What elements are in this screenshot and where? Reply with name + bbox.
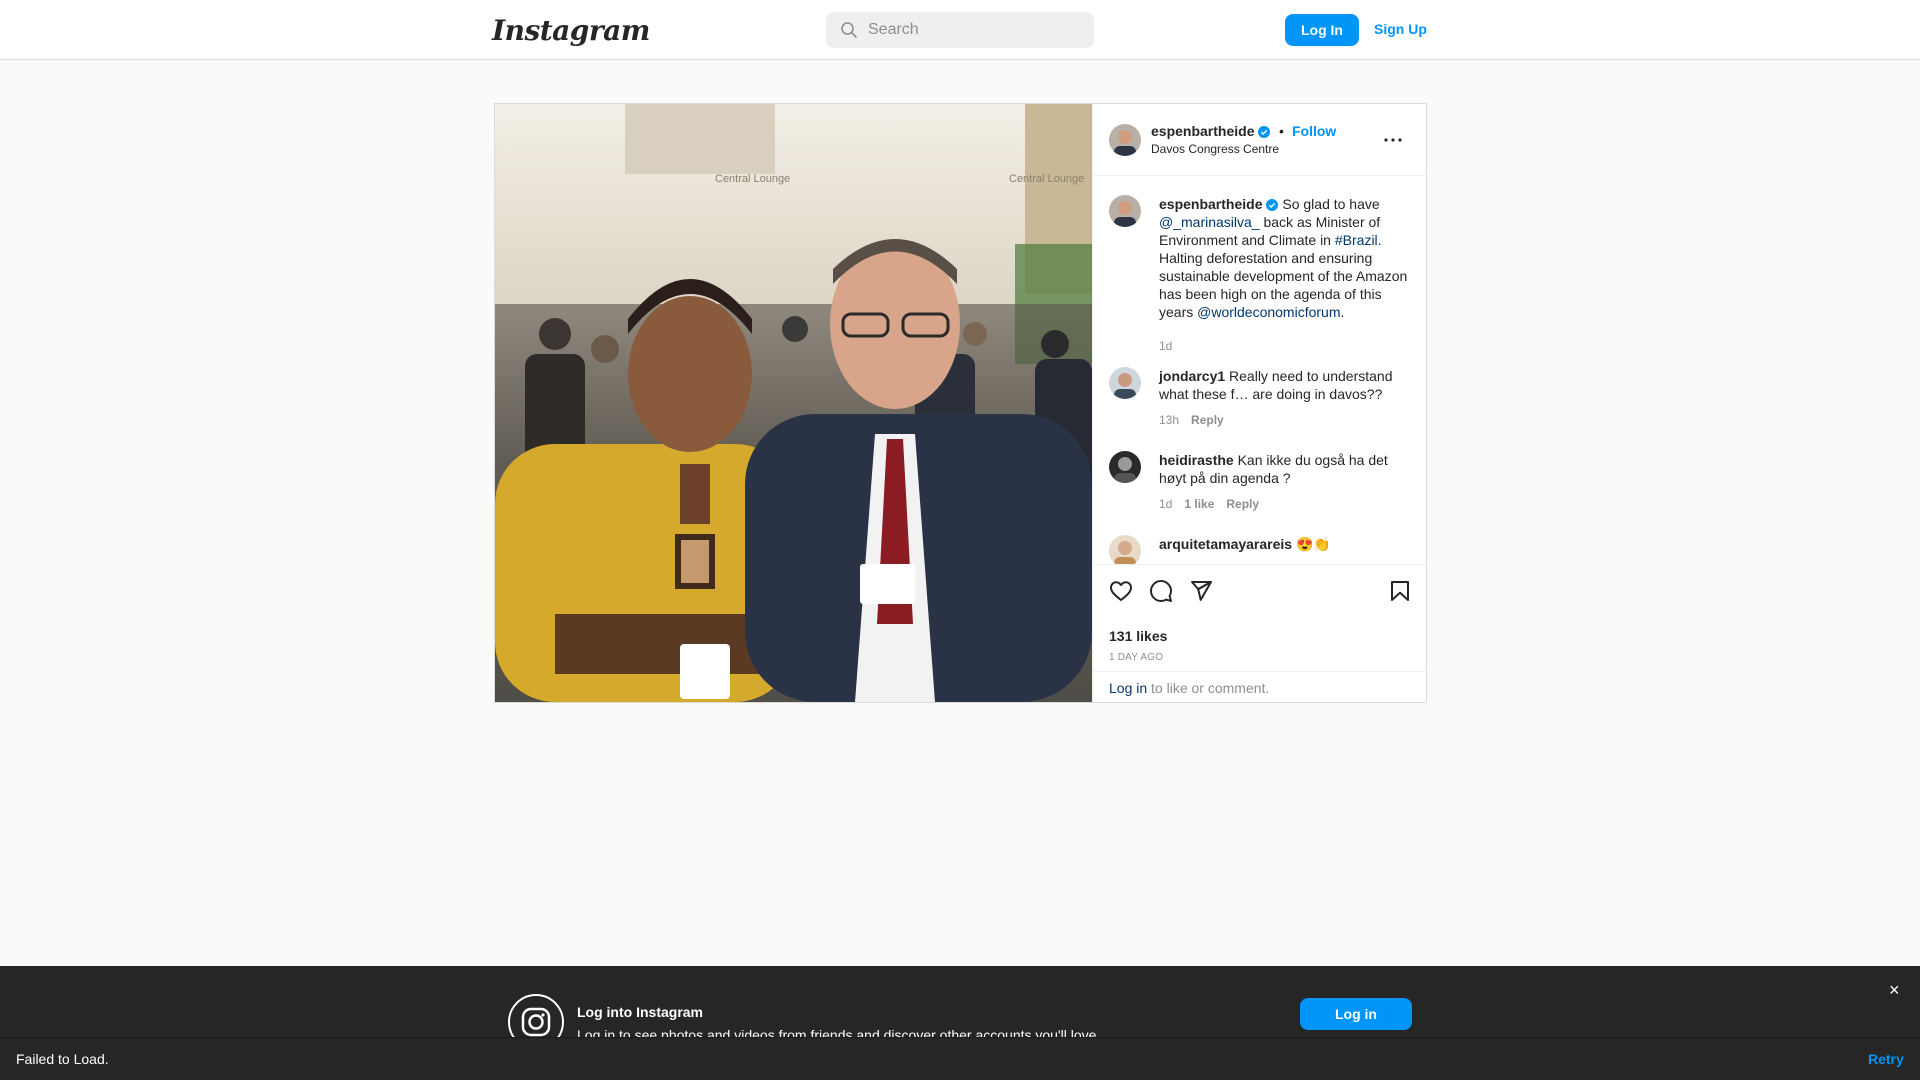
login-prompt-text: to like or comment. xyxy=(1147,680,1270,696)
post-location[interactable]: Davos Congress Centre xyxy=(1151,142,1279,156)
search-icon xyxy=(841,22,857,38)
comment-text: heidirasthe Kan ikke du også ha det høyt… xyxy=(1159,451,1409,487)
comment-text: jondarcy1 Really need to understand what… xyxy=(1159,367,1409,403)
post-timestamp[interactable]: 1 DAY AGO xyxy=(1109,652,1163,663)
comment-likes[interactable]: 1 like xyxy=(1184,497,1214,511)
banner-title: Log into Instagram xyxy=(577,1004,703,1020)
verified-badge-icon xyxy=(1258,126,1271,138)
caption-text-part: So glad to have xyxy=(1278,196,1380,212)
comment-meta: 1d xyxy=(1159,339,1184,353)
post-actions: 131 likes 1 DAY AGO xyxy=(1093,564,1428,676)
photo-sign-text: Central Lounge xyxy=(1009,173,1084,185)
signup-link[interactable]: Sign Up xyxy=(1374,21,1427,37)
caption-text: espenbartheide So glad to have @_marinas… xyxy=(1159,195,1409,321)
mention-link[interactable]: @worldeconomicforum xyxy=(1197,304,1340,320)
post-sidebar: espenbartheide • Follow Davos Congress C… xyxy=(1092,104,1428,702)
heart-icon[interactable] xyxy=(1109,579,1133,603)
banner-login-button[interactable]: Log in xyxy=(1300,998,1412,1030)
top-navigation: Instagram Log In Sign Up xyxy=(0,0,1920,60)
post-photo[interactable]: Central Lounge Central Lounge xyxy=(495,104,1092,702)
comment-icon[interactable] xyxy=(1149,579,1173,603)
comment-meta: 13h Reply xyxy=(1159,413,1236,427)
retry-button[interactable]: Retry xyxy=(1868,1051,1904,1067)
instagram-glyph-icon xyxy=(508,994,564,1037)
separator-dot: • xyxy=(1279,123,1284,139)
reply-button[interactable]: Reply xyxy=(1226,497,1259,511)
hashtag-link[interactable]: #Brazil xyxy=(1335,232,1378,248)
post-header: espenbartheide • Follow Davos Congress C… xyxy=(1093,104,1428,176)
mention-link[interactable]: @_marinasilva_ xyxy=(1159,214,1260,230)
login-banner: Log into Instagram Log in to see photos … xyxy=(0,966,1920,1037)
avatar[interactable] xyxy=(1109,195,1141,227)
login-link[interactable]: Log in xyxy=(1109,680,1147,696)
share-icon[interactable] xyxy=(1189,579,1213,603)
comment-meta: 1d 1 like Reply xyxy=(1159,497,1271,511)
caption-text-part: . xyxy=(1340,304,1345,320)
login-to-comment: Log in to like or comment. xyxy=(1093,671,1428,702)
close-icon[interactable]: × xyxy=(1889,980,1900,1001)
comment-author[interactable]: heidirasthe xyxy=(1159,452,1234,468)
avatar[interactable] xyxy=(1109,367,1141,399)
post-card: Central Lounge Central Lounge espenbarth… xyxy=(494,103,1428,703)
comment-content: 😍👏 xyxy=(1292,536,1331,552)
comment-author[interactable]: jondarcy1 xyxy=(1159,368,1225,384)
comment-text: arquitetamayarareis 😍👏 xyxy=(1159,535,1409,553)
likes-count[interactable]: 131 likes xyxy=(1109,628,1167,644)
avatar[interactable] xyxy=(1109,451,1141,483)
verified-badge-icon xyxy=(1266,199,1279,211)
search-box[interactable] xyxy=(826,12,1094,48)
error-message: Failed to Load. xyxy=(16,1051,109,1067)
follow-button[interactable]: Follow xyxy=(1292,123,1336,139)
login-prompt: Log in to like or comment. xyxy=(1109,680,1269,696)
caption-author[interactable]: espenbartheide xyxy=(1159,196,1262,212)
banner-subtitle: Log in to see photos and videos from fri… xyxy=(577,1027,1101,1037)
post-author-name[interactable]: espenbartheide xyxy=(1151,123,1254,139)
instagram-logo[interactable]: Instagram xyxy=(492,14,650,47)
photo-sign-text: Central Lounge xyxy=(715,173,790,185)
post-photo-image: Central Lounge Central Lounge xyxy=(495,104,1092,702)
comment-time[interactable]: 13h xyxy=(1159,413,1179,427)
comment-author[interactable]: arquitetamayarareis xyxy=(1159,536,1292,552)
comment-time[interactable]: 1d xyxy=(1159,339,1172,353)
comment-time[interactable]: 1d xyxy=(1159,497,1172,511)
bookmark-icon[interactable] xyxy=(1388,579,1412,603)
reply-button[interactable]: Reply xyxy=(1191,413,1224,427)
post-author[interactable]: espenbartheide xyxy=(1151,123,1271,139)
search-input[interactable] xyxy=(868,12,1084,48)
comments-list[interactable]: espenbartheide So glad to have @_marinas… xyxy=(1093,177,1428,564)
login-button[interactable]: Log In xyxy=(1285,14,1359,46)
avatar[interactable] xyxy=(1109,124,1141,156)
error-bar: Failed to Load. Retry xyxy=(0,1037,1920,1080)
more-options-icon[interactable] xyxy=(1384,138,1402,142)
avatar[interactable] xyxy=(1109,535,1141,564)
